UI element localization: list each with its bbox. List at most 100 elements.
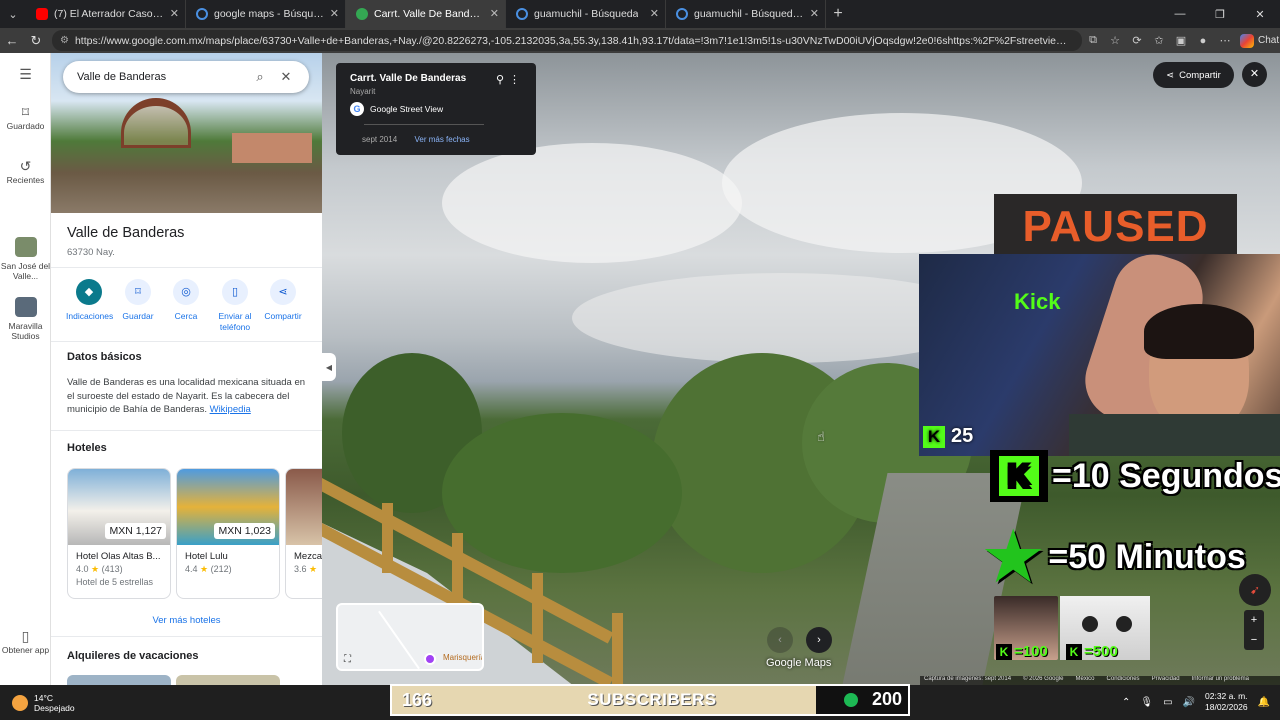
browser-tab-active[interactable]: Carrt. Valle De Banderas - Google Maps✕	[346, 0, 506, 28]
new-tab-button[interactable]: +	[826, 5, 850, 23]
maps-pin-icon	[356, 8, 368, 20]
hotel-card[interactable]: MXN 1,023 Hotel Lulu 4.4 ★ (212)	[176, 468, 280, 599]
address-bar[interactable]: ⚙ https://www.google.com.mx/maps/place/6…	[52, 30, 1082, 51]
network-icon[interactable]: ▭	[1163, 697, 1172, 708]
close-tab-icon[interactable]: ✕	[330, 7, 339, 20]
nearby-button[interactable]: ◎ Cerca	[163, 279, 209, 322]
chat-button[interactable]: Chat	[1240, 33, 1279, 48]
site-info-icon[interactable]: ⚙	[60, 35, 69, 46]
divider	[51, 267, 322, 268]
next-arrow-button[interactable]: ›	[806, 627, 832, 653]
browser-tab[interactable]: guamuchil - Búsqueda Imágenes✕	[666, 0, 826, 28]
chevron-up-icon[interactable]: ⌃	[1122, 697, 1130, 708]
close-window-icon[interactable]: ✕	[1240, 0, 1280, 28]
minimize-icon[interactable]: —	[1160, 0, 1200, 28]
kick-neon-sign: Kick	[1014, 289, 1061, 314]
browser-tab[interactable]: google maps - Búsqueda ✕	[186, 0, 346, 28]
hotel-photo: MXN 1,023	[177, 469, 279, 545]
about-heading: Datos básicos	[67, 351, 142, 363]
kick-logo-icon: K	[923, 425, 945, 448]
favorites-icon[interactable]: ✩	[1148, 34, 1170, 47]
hotel-card[interactable]: Mezca 3.6 ★	[285, 468, 322, 599]
history-icon: ↺	[19, 158, 32, 174]
place-subtitle: 63730 Nay.	[67, 247, 115, 258]
search-input[interactable]: Valle de Banderas	[77, 71, 247, 83]
clock[interactable]: 02:32 a. m. 18/02/2026	[1205, 691, 1248, 713]
zoom-in-button[interactable]: +	[1244, 610, 1264, 630]
browser-tab[interactable]: (7) El Aterrador Caso de LA PENSIÓN✕	[26, 0, 186, 28]
previous-arrow-button[interactable]: ‹	[767, 627, 793, 653]
microphone-icon[interactable]: 🎙	[1140, 697, 1153, 708]
maps-left-rail: ☰ ⌑ Guardado ↺ Recientes San José del Vall…	[0, 53, 51, 685]
about-text: Valle de Banderas es una localidad mexic…	[67, 377, 306, 415]
browser-tab-bar: ⌄ (7) El Aterrador Caso de LA PENSIÓN✕ g…	[0, 0, 1280, 28]
clear-search-icon[interactable]: ✕	[273, 69, 299, 85]
system-tray: ⌃ 🎙 ▭ 🔊 02:32 a. m. 18/02/2026 🔔	[1122, 691, 1270, 713]
menu-button[interactable]: ☰	[0, 66, 51, 83]
close-tab-icon[interactable]: ✕	[650, 7, 659, 20]
profile-avatar-icon[interactable]: ●	[1192, 35, 1214, 47]
send-to-phone-button[interactable]: ▯ Enviar al teléfono	[212, 279, 258, 333]
collapse-panel-button[interactable]: ◀	[322, 353, 336, 381]
directions-icon: ◆	[76, 279, 102, 305]
extensions-icon[interactable]: ⟳	[1126, 34, 1148, 47]
zoom-out-button[interactable]: −	[1244, 630, 1264, 650]
reload-icon[interactable]: ↻	[24, 33, 48, 49]
install-app-icon[interactable]: ⧉	[1082, 34, 1104, 47]
bookmark-star-icon[interactable]: ☆	[1104, 34, 1126, 47]
share-button[interactable]: ⋖ Compartir	[260, 279, 306, 322]
railing-post	[612, 613, 623, 685]
kick-logo-icon: K	[990, 450, 1048, 502]
wikipedia-link[interactable]: Wikipedia	[210, 404, 251, 415]
rental-photo[interactable]	[176, 675, 280, 685]
cloud	[442, 143, 742, 263]
location-pin-icon[interactable]: ⚲	[496, 73, 504, 86]
recent-place-1[interactable]: San José del Valle...	[0, 237, 51, 281]
nearby-icon: ◎	[173, 279, 199, 305]
get-app-button[interactable]: ▯ Obtener app	[0, 629, 51, 655]
restore-icon[interactable]: ❐	[1200, 0, 1240, 28]
close-tab-icon[interactable]: ✕	[810, 7, 819, 20]
google-logo-icon: G	[350, 102, 364, 116]
kick-logo-icon: K	[1066, 643, 1082, 660]
map-credits: Captura de imágenes: sept 2014 © 2026 Go…	[920, 676, 1280, 685]
mini-map[interactable]: Marisquería ⛶	[336, 603, 484, 671]
close-tab-icon[interactable]: ✕	[170, 7, 179, 20]
hotel-class: Hotel de 5 estrellas	[76, 577, 154, 587]
saved-button[interactable]: ⌑ Guardado	[0, 105, 51, 131]
directions-button[interactable]: ◆ Indicaciones	[66, 279, 113, 322]
browser-toolbar: ← ↻ ⚙ https://www.google.com.mx/maps/pla…	[0, 28, 1280, 53]
more-hotels-link[interactable]: Ver más hoteles	[51, 615, 322, 626]
hotel-card[interactable]: MXN 1,127 Hotel Olas Altas B... 4.0 ★ (4…	[67, 468, 171, 599]
map-label: Marisquería	[443, 653, 484, 662]
share-button[interactable]: ⋖ Compartir	[1153, 62, 1234, 88]
collections-icon[interactable]: ▣	[1170, 34, 1192, 47]
close-street-view-button[interactable]: ✕	[1242, 62, 1267, 87]
hamburger-menu-icon: ☰	[19, 66, 32, 82]
recent-button[interactable]: ↺ Recientes	[0, 158, 51, 185]
save-button[interactable]: ⌑ Guardar	[115, 279, 161, 322]
back-icon[interactable]: ←	[0, 33, 24, 48]
share-icon: ⋖	[1166, 69, 1175, 81]
search-icon[interactable]: ⌕	[247, 69, 273, 85]
search-box[interactable]: Valle de Banderas ⌕ ✕	[63, 61, 309, 93]
tab-list-menu-icon[interactable]: ⌄	[0, 0, 26, 28]
hotel-photo: MXN 1,127	[68, 469, 170, 545]
expand-icon[interactable]: ⛶	[344, 654, 351, 665]
rental-photo[interactable]	[67, 675, 171, 685]
more-dates-link[interactable]: Ver más fechas	[414, 135, 469, 144]
hotel-rating: 3.6 ★	[294, 564, 318, 574]
volume-icon[interactable]: 🔊	[1183, 697, 1195, 708]
recent-place-2[interactable]: Maravilla Studios	[0, 297, 51, 341]
more-menu-icon[interactable]: ⋯	[1214, 34, 1236, 47]
google-maps-logo: Google Maps	[766, 657, 832, 669]
bookmark-icon: ⌑	[125, 279, 151, 305]
more-options-icon[interactable]: ⋮	[509, 73, 520, 86]
browser-tab[interactable]: guamuchil - Búsqueda ✕	[506, 0, 666, 28]
notification-icon[interactable]: 🔔	[1258, 697, 1270, 708]
hotel-rating: 4.4 ★ (212)	[185, 564, 232, 574]
close-tab-icon[interactable]: ✕	[490, 7, 499, 20]
window-controls: — ❐ ✕	[1160, 0, 1280, 28]
railing-post	[382, 503, 393, 573]
weather-widget[interactable]: 14°C Despejado	[12, 693, 75, 713]
